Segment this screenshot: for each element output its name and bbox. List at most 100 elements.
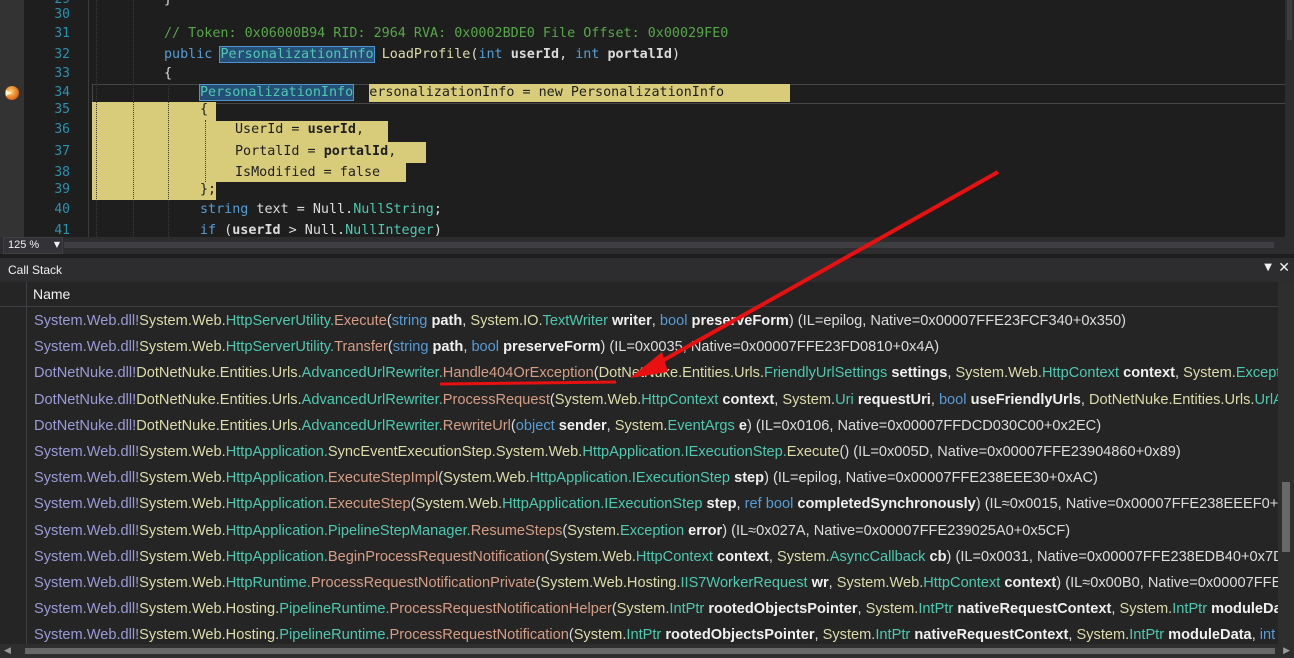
- frame-segment: IExecutionStep.: [684, 444, 787, 460]
- parameter: userId: [232, 223, 281, 237]
- frame-segment: System.Web.: [415, 496, 503, 513]
- frame-segment: HttpContext: [923, 575, 1005, 591]
- frame-segment: completedSynchronously: [797, 496, 976, 513]
- call-stack-frame[interactable]: System.Web.dll!System.Web.Hosting.Pipeli…: [34, 596, 1279, 622]
- call-stack-frame[interactable]: DotNetNuke.dll!DotNetNuke.Entities.Urls.…: [34, 387, 1279, 413]
- frame-segment: bool: [659, 313, 692, 329]
- call-stack-frame[interactable]: System.Web.dll!System.Web.HttpApplicatio…: [34, 465, 1098, 491]
- panel-vertical-scrollbar[interactable]: [1278, 282, 1294, 658]
- frame-segment: context: [1004, 575, 1057, 591]
- frame-segment: System.Web.: [139, 496, 226, 513]
- frame-segment: DotNetNuke.Entities.Urls.: [136, 391, 302, 408]
- frame-segment: System.: [616, 601, 670, 618]
- scroll-thumb[interactable]: [1282, 482, 1290, 552]
- method-name[interactable]: LoadProfile: [382, 47, 471, 62]
- call-stack-frames: System.Web.dll!System.Web.HttpServerUtil…: [34, 308, 1279, 644]
- frame-segment: IIS7WorkerRequest: [680, 575, 812, 591]
- call-stack-frame[interactable]: System.Web.dll!System.Web.HttpApplicatio…: [34, 544, 1279, 570]
- call-stack-frame[interactable]: DotNetNuke.dll!DotNetNuke.Entities.Urls.…: [34, 413, 1101, 439]
- frame-segment: path: [432, 339, 464, 356]
- zoom-level: 125 %: [8, 239, 40, 251]
- frame-segment: System.Web.dll!: [34, 339, 140, 356]
- frame-segment: ,: [1251, 627, 1260, 644]
- editor-horizontal-scrollbar[interactable]: [64, 242, 1274, 248]
- frame-segment: ) (IL=0x0035, Native=0x00007FFE23FD0810+…: [600, 339, 940, 356]
- frame-segment: cb: [929, 548, 947, 565]
- frame-segment: ,: [1174, 365, 1184, 382]
- code-text[interactable]: } // Token: 0x06000B94 RID: 2964 RVA: 0x…: [92, 0, 1285, 237]
- code-line-35: {: [200, 102, 209, 117]
- code-editor[interactable]: 29 30 31 32 33 34 35 36 37 38 39 40 41 }…: [0, 0, 1294, 237]
- frame-segment: IntPtr: [918, 601, 958, 618]
- frame-segment: HttpApplication.: [502, 496, 605, 513]
- frame-segment: e: [738, 417, 747, 434]
- frame-segment: ,: [930, 391, 939, 408]
- chevron-down-icon[interactable]: ▼: [54, 240, 60, 250]
- type-name-highlight[interactable]: PersonalizationInfo: [198, 84, 355, 101]
- frame-segment: ,: [857, 601, 866, 618]
- code-line-31: // Token: 0x06000B94 RID: 2964 RVA: 0x00…: [164, 26, 729, 41]
- frame-segment: System.: [865, 601, 919, 618]
- line-number: 35: [54, 102, 70, 117]
- frame-segment: preserveForm: [503, 339, 601, 356]
- frame-segment: bool: [938, 391, 971, 408]
- call-stack-frame[interactable]: System.Web.dll!System.Web.HttpApplicatio…: [34, 491, 1279, 517]
- dropdown-menu-icon[interactable]: ▼: [1264, 262, 1272, 273]
- frame-segment: preserveForm: [691, 313, 789, 329]
- frame-segment: ExecuteStep: [327, 496, 411, 513]
- zoom-dropdown[interactable]: 125 % ▼: [3, 237, 63, 254]
- frame-segment: ProcessRequest: [442, 391, 550, 408]
- call-stack-frame[interactable]: System.Web.dll!System.Web.HttpApplicatio…: [34, 439, 1181, 465]
- scroll-thumb[interactable]: [25, 648, 1275, 654]
- property-assignment: UserId =: [235, 122, 308, 137]
- close-icon[interactable]: ✕: [1278, 260, 1290, 276]
- column-name[interactable]: Name: [33, 286, 70, 302]
- frame-segment: System.Web.Hosting.: [139, 601, 280, 618]
- call-stack-frame[interactable]: DotNetNuke.dll!DotNetNuke.Entities.Urls.…: [34, 360, 1279, 386]
- line-number: 30: [54, 7, 70, 22]
- glyph-margin[interactable]: [0, 0, 24, 237]
- scroll-right-icon[interactable]: ▶: [1283, 646, 1290, 656]
- frame-segment: ,: [814, 627, 823, 644]
- frame-segment: System.: [1183, 365, 1236, 382]
- frame-segment: System.Web.: [836, 575, 924, 591]
- frame-segment: ProcessRequestNotificationHelper: [389, 601, 612, 618]
- frame-segment: System.Web.: [139, 313, 226, 329]
- frame-segment: ,: [1068, 627, 1077, 644]
- frame-segment: IntPtr: [1129, 627, 1169, 644]
- punctuation: (: [216, 223, 233, 237]
- editor-vertical-scrollbar[interactable]: [1285, 0, 1294, 237]
- frame-segment: System.Web.Hosting.: [139, 627, 280, 644]
- call-stack-frame[interactable]: System.Web.dll!System.Web.HttpApplicatio…: [34, 518, 1070, 544]
- frame-segment: string: [392, 339, 433, 356]
- call-stack-frame[interactable]: System.Web.dll!System.Web.HttpRuntime.Pr…: [34, 570, 1279, 596]
- frame-segment: System.Web.Hosting.: [540, 575, 681, 591]
- return-type-highlight[interactable]: PersonalizationInfo: [219, 46, 375, 63]
- frame-segment: AdvancedUrlRewriter.: [301, 365, 443, 382]
- frame-segment: UrlAction: [1254, 391, 1279, 408]
- frame-segment: PipelineStepManager.: [327, 522, 471, 539]
- frame-segment: HttpServerUtility.: [225, 339, 335, 356]
- frame-segment: IExecutionStep: [631, 470, 735, 487]
- frame-segment: HttpContext: [641, 391, 723, 408]
- scroll-left-icon[interactable]: ◀: [4, 646, 11, 656]
- frame-segment: ) (IL=epilog, Native=0x00007FFE23FCF340+…: [788, 313, 1126, 329]
- frame-segment: System.: [782, 391, 836, 408]
- scroll-thumb[interactable]: [64, 242, 1274, 248]
- panel-horizontal-scrollbar[interactable]: ◀ ▶: [0, 644, 1294, 658]
- call-stack-frame[interactable]: System.Web.dll!System.Web.HttpServerUtil…: [34, 334, 939, 360]
- frame-segment: HttpServerUtility.: [225, 313, 335, 329]
- frame-segment: HttpRuntime.: [225, 575, 311, 591]
- call-stack-frame[interactable]: System.Web.dll!System.Web.HttpServerUtil…: [34, 308, 1126, 334]
- frame-segment: ,: [768, 548, 778, 565]
- code-line-32: public PersonalizationInfo LoadProfile(i…: [164, 45, 680, 65]
- scroll-thumb[interactable]: [1287, 0, 1292, 40]
- code-line-34: PersonalizationInfo personalizationInfo …: [198, 83, 724, 103]
- frame-segment: ) (IL≈0x00B0, Native=0x00007FFE2: [1056, 575, 1279, 591]
- frame-segment: string: [391, 313, 432, 329]
- frame-segment: System.Web.: [955, 365, 1042, 382]
- call-stack-frame[interactable]: System.Web.dll!System.Web.Hosting.Pipeli…: [34, 622, 1275, 644]
- column-header[interactable]: Name: [0, 282, 1278, 307]
- frame-segment: PipelineRuntime.: [279, 601, 390, 618]
- frame-segment: ) (IL≈0x0015, Native=0x00007FFE238EEEF0+…: [975, 496, 1279, 513]
